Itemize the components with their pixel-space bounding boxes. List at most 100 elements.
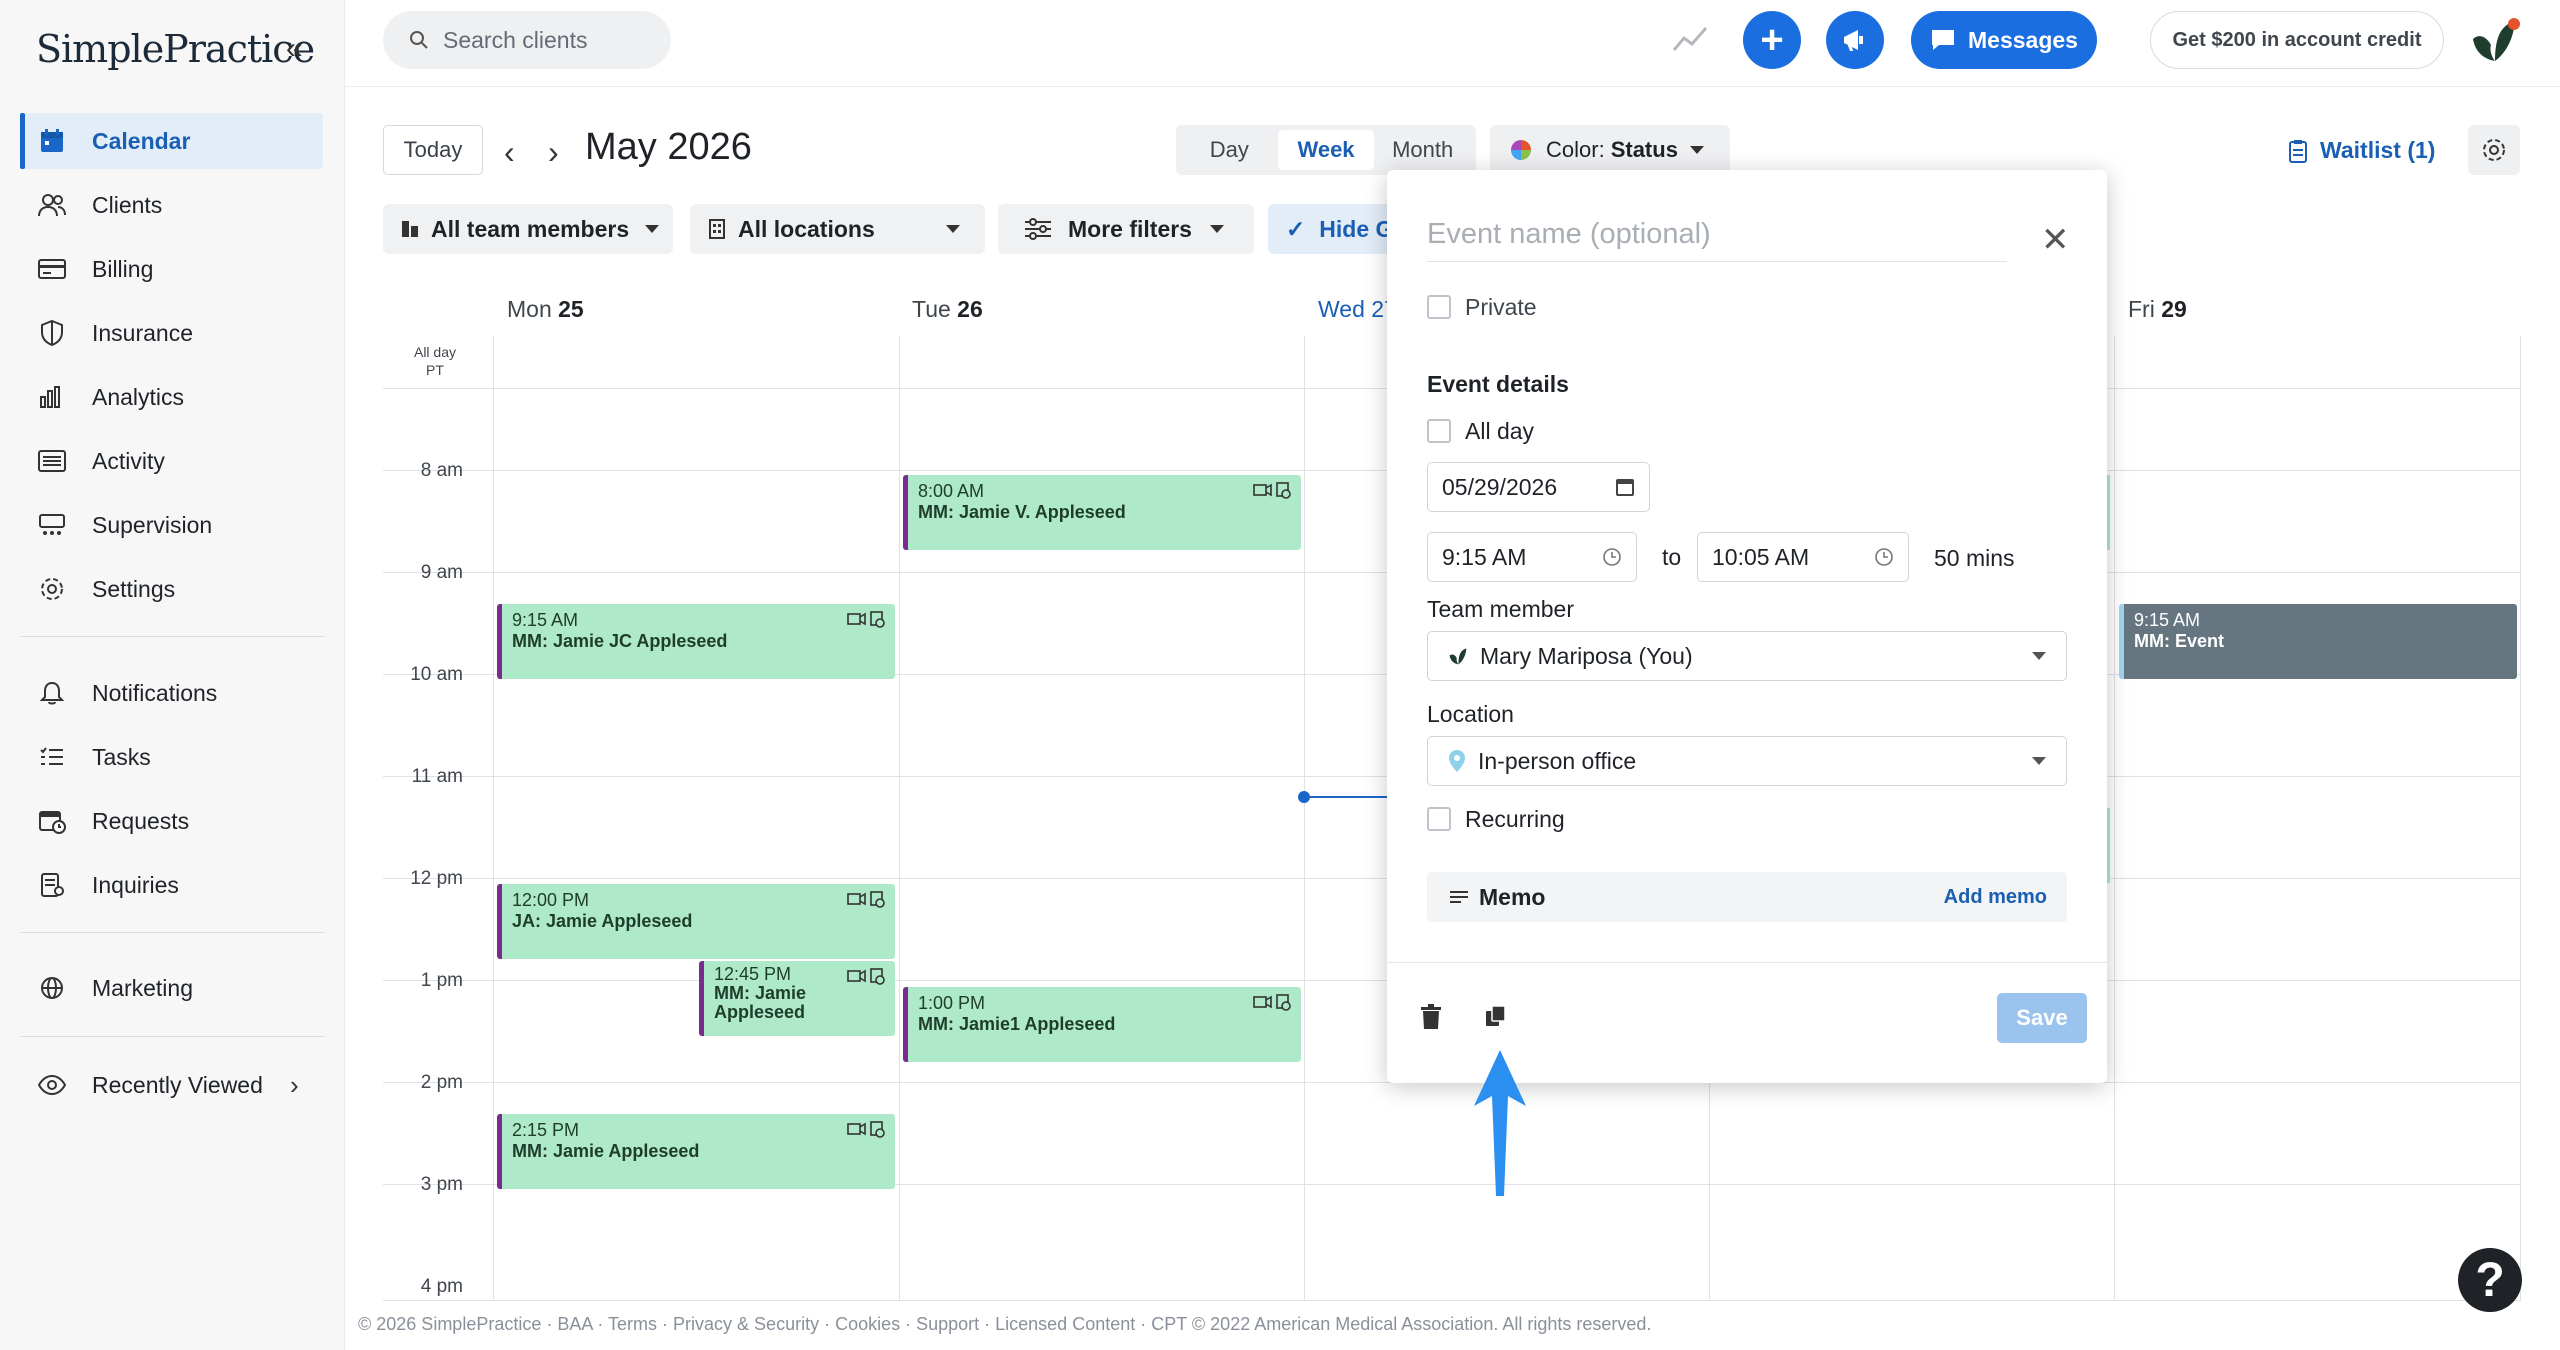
start-time-value: 9:15 AM — [1442, 543, 1527, 570]
sidebar-divider — [20, 636, 325, 637]
next-week-icon[interactable]: › — [548, 134, 559, 171]
team-members-filter[interactable]: All team members — [383, 204, 673, 254]
prev-week-icon[interactable]: ‹ — [504, 134, 515, 171]
day-header-tue[interactable]: Tue 26 — [912, 296, 983, 323]
video-icon — [1253, 993, 1293, 1011]
clock-icon — [1874, 547, 1894, 567]
recurring-checkbox[interactable] — [1427, 807, 1451, 831]
collapse-sidebar-icon[interactable]: « — [286, 32, 303, 66]
caret-down-icon — [946, 225, 960, 233]
color-wheel-icon — [1510, 139, 1532, 161]
messages-button[interactable]: Messages — [1911, 11, 2097, 69]
waitlist-link[interactable]: Waitlist (1) — [2288, 137, 2435, 164]
calendar-settings-button[interactable] — [2468, 125, 2520, 175]
add-button[interactable]: + — [1743, 11, 1801, 69]
locations-filter[interactable]: All locations — [690, 204, 985, 254]
sidebar-item-tasks[interactable]: Tasks — [20, 729, 323, 785]
save-button[interactable]: Save — [1997, 993, 2087, 1043]
sidebar-item-label: Analytics — [92, 383, 185, 410]
tab-week[interactable]: Week — [1277, 130, 1375, 170]
event-name-input[interactable]: Event name (optional) — [1427, 218, 2007, 262]
clients-icon — [36, 189, 68, 221]
sidebar-item-label: Insurance — [92, 319, 194, 346]
sidebar-item-notifications[interactable]: Notifications — [20, 665, 323, 721]
caret-down-icon — [2032, 757, 2046, 765]
sidebar-item-insurance[interactable]: Insurance — [20, 305, 323, 361]
private-checkbox[interactable] — [1427, 295, 1451, 319]
waitlist-label: Waitlist (1) — [2320, 137, 2436, 163]
grid-line — [493, 336, 494, 1301]
search-placeholder: Search clients — [443, 26, 588, 53]
sidebar-item-calendar[interactable]: Calendar — [20, 113, 323, 169]
day-header-fri[interactable]: Fri 29 — [2128, 296, 2187, 323]
appointment-event[interactable]: 12:45 PM MM: Jamie Appleseed — [699, 961, 895, 1036]
hide-toggle-button[interactable]: ✓ Hide G — [1268, 204, 1398, 254]
day-header-mon[interactable]: Mon 25 — [507, 296, 584, 323]
sliders-icon — [1024, 218, 1052, 240]
more-filters-button[interactable]: More filters — [998, 204, 1254, 254]
appointment-event[interactable]: 2:15 PM MM: Jamie Appleseed — [497, 1114, 895, 1189]
sidebar-item-clients[interactable]: Clients — [20, 177, 323, 233]
appointment-event[interactable]: 1:00 PM MM: Jamie1 Appleseed — [903, 987, 1301, 1062]
color-value: Status — [1610, 137, 1678, 162]
sidebar-item-analytics[interactable]: Analytics — [20, 369, 323, 425]
search-input[interactable]: Search clients — [383, 11, 671, 69]
sidebar-item-recently-viewed[interactable]: Recently Viewed › — [20, 1057, 323, 1113]
sidebar: SimplePractice « Calendar Clients Billin… — [0, 0, 345, 1350]
logo[interactable]: SimplePractice — [36, 27, 315, 71]
avatar[interactable] — [2466, 12, 2522, 68]
appointment-event[interactable]: 12:00 PM JA: Jamie Appleseed — [497, 884, 895, 959]
messages-label: Messages — [1968, 26, 2078, 53]
sidebar-item-supervision[interactable]: Supervision — [20, 497, 323, 553]
sidebar-item-activity[interactable]: Activity — [20, 433, 323, 489]
video-icon — [847, 890, 887, 908]
chevron-right-icon: › — [290, 1069, 299, 1100]
calendar-picker-icon — [1615, 477, 1635, 497]
sidebar-item-label: Settings — [92, 575, 176, 602]
trend-icon[interactable] — [1672, 24, 1708, 59]
announcements-button[interactable] — [1826, 11, 1884, 69]
date-field[interactable]: 05/29/2026 — [1427, 462, 1650, 512]
personal-event[interactable]: 9:15 AM MM: Event — [2119, 604, 2517, 679]
event-time: 12:00 PM — [512, 890, 590, 910]
appointment-event[interactable]: 9:15 AM MM: Jamie JC Appleseed — [497, 604, 895, 679]
hide-label: Hide G — [1319, 215, 1394, 242]
team-icon — [401, 220, 419, 238]
billing-icon — [36, 253, 68, 285]
sidebar-item-label: Requests — [92, 807, 190, 834]
list-icon — [36, 445, 68, 477]
end-time-field[interactable]: 10:05 AM — [1697, 532, 1909, 582]
team-member-select[interactable]: Mary Mariposa (You) — [1427, 631, 2067, 681]
bar-chart-icon — [36, 381, 68, 413]
add-memo-link[interactable]: Add memo — [1944, 886, 2047, 909]
delete-icon[interactable] — [1420, 1004, 1442, 1030]
duplicate-icon[interactable] — [1485, 1005, 1507, 1027]
map-pin-icon — [1448, 749, 1466, 773]
location-select[interactable]: In-person office — [1427, 736, 2067, 786]
start-time-field[interactable]: 9:15 AM — [1427, 532, 1637, 582]
sidebar-item-requests[interactable]: Requests — [20, 793, 323, 849]
event-time: 1:00 PM — [918, 993, 986, 1013]
color-dropdown[interactable]: Color: Status — [1490, 125, 1730, 175]
view-switcher: Day Week Month — [1176, 125, 1476, 175]
event-time: 8:00 AM — [918, 481, 985, 501]
appointment-event[interactable]: 8:00 AM MM: Jamie V. Appleseed — [903, 475, 1301, 550]
popup-divider — [1387, 962, 2107, 963]
today-button[interactable]: Today — [383, 125, 483, 175]
close-icon[interactable]: ✕ — [2041, 220, 2070, 260]
sidebar-item-settings[interactable]: Settings — [20, 561, 323, 617]
tab-day[interactable]: Day — [1181, 130, 1278, 170]
location-label: Location — [1427, 701, 1514, 727]
sidebar-item-marketing[interactable]: Marketing — [20, 960, 323, 1016]
megaphone-icon — [1840, 25, 1870, 55]
allday-checkbox[interactable] — [1427, 419, 1451, 443]
tab-month[interactable]: Month — [1374, 130, 1471, 170]
recurring-label: Recurring — [1465, 806, 1565, 832]
day-header-wed[interactable]: Wed 27 — [1318, 296, 1397, 323]
inquiries-icon — [36, 869, 68, 901]
help-button[interactable]: ? — [2458, 1248, 2522, 1312]
bell-icon — [36, 677, 68, 709]
sidebar-item-billing[interactable]: Billing — [20, 241, 323, 297]
sidebar-item-inquiries[interactable]: Inquiries — [20, 857, 323, 913]
account-credit-button[interactable]: Get $200 in account credit — [2150, 11, 2444, 69]
